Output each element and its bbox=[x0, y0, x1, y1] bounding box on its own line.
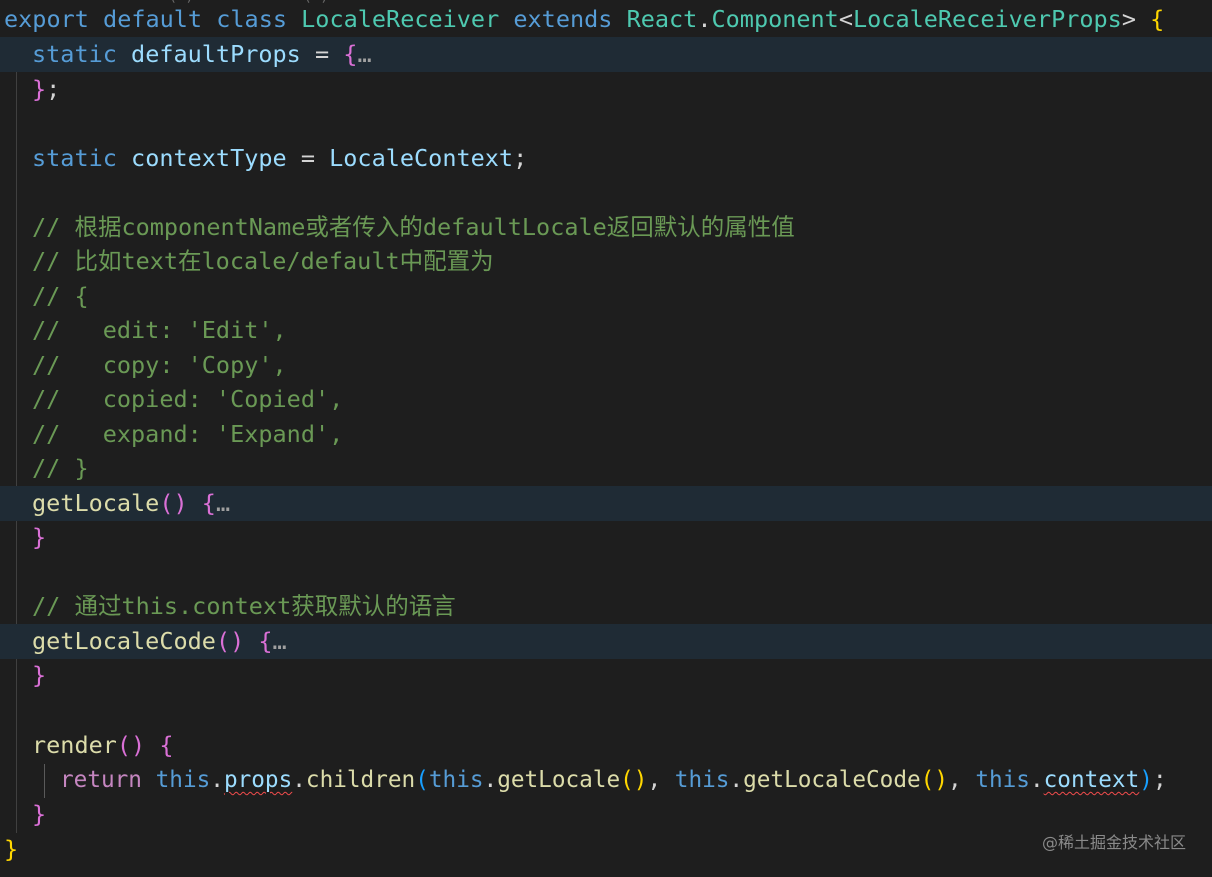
code-line[interactable]: } bbox=[0, 832, 1212, 867]
punctuation: ; bbox=[46, 75, 61, 103]
type-name: LocaleReceiverProps bbox=[853, 5, 1122, 33]
comment-line[interactable]: // 比如text在locale/default中配置为 bbox=[0, 244, 1212, 279]
bracket: } bbox=[32, 661, 47, 689]
method-name: getLocaleCode bbox=[32, 627, 216, 655]
keyword: static bbox=[32, 144, 117, 172]
punctuation: . bbox=[483, 767, 498, 793]
punctuation: , bbox=[647, 767, 675, 793]
comment-line[interactable]: // } bbox=[0, 451, 1212, 486]
code-line[interactable]: }; bbox=[0, 72, 1212, 107]
property-name: contextType bbox=[131, 144, 287, 172]
fold-ellipsis-icon[interactable]: … bbox=[216, 489, 230, 517]
keyword: extends bbox=[513, 5, 613, 33]
punctuation: . bbox=[697, 5, 712, 33]
code-line[interactable]: return this.props.children(this.getLocal… bbox=[0, 763, 1212, 798]
code-line[interactable]: } bbox=[0, 520, 1212, 555]
code-line[interactable]: render() { bbox=[0, 728, 1212, 763]
method-name: getLocaleCode bbox=[743, 767, 921, 793]
code-line-folded[interactable]: static defaultProps = {… bbox=[0, 37, 1212, 72]
fold-ellipsis-icon[interactable]: … bbox=[357, 40, 371, 68]
bracket: } bbox=[32, 800, 47, 828]
code-line[interactable]: static contextType = LocaleContext; bbox=[0, 141, 1212, 176]
comment-line[interactable]: // { bbox=[0, 279, 1212, 314]
bracket: { bbox=[159, 731, 174, 759]
bracket: } bbox=[32, 75, 47, 103]
bracket: { bbox=[258, 627, 273, 655]
punctuation: . bbox=[292, 767, 306, 793]
operator: = bbox=[286, 144, 330, 172]
punctuation: ; bbox=[1152, 767, 1167, 793]
code-editor[interactable]: ( ) ( ) export default class LocaleRecei… bbox=[0, 0, 1212, 877]
bracket: () bbox=[920, 767, 948, 793]
keyword: this bbox=[975, 767, 1030, 793]
comment-line[interactable]: // copy: 'Copy', bbox=[0, 348, 1212, 383]
property-name: defaultProps bbox=[131, 40, 301, 68]
punctuation: . bbox=[729, 767, 744, 793]
comment-line[interactable]: // edit: 'Edit', bbox=[0, 313, 1212, 348]
method-name: children bbox=[305, 767, 416, 793]
bracket: { bbox=[201, 489, 216, 517]
punctuation: . bbox=[1029, 767, 1044, 793]
code-line-folded[interactable]: getLocaleCode() {… bbox=[0, 624, 1212, 659]
method-name: render bbox=[32, 731, 117, 759]
punctuation: , bbox=[948, 767, 976, 793]
keyword: static bbox=[32, 40, 117, 68]
code-line[interactable]: } bbox=[0, 797, 1212, 832]
keyword: this bbox=[155, 767, 211, 793]
bracket: ( bbox=[415, 767, 429, 793]
comment-line[interactable]: // expand: 'Expand', bbox=[0, 417, 1212, 452]
code-line[interactable]: export default class LocaleReceiver exte… bbox=[0, 2, 1212, 37]
keyword: this bbox=[674, 767, 730, 793]
comment-line[interactable]: // copied: 'Copied', bbox=[0, 382, 1212, 417]
property-name-error[interactable]: props bbox=[224, 767, 292, 793]
bracket: { bbox=[343, 40, 358, 68]
keyword: class bbox=[216, 5, 287, 33]
keyword: default bbox=[103, 5, 203, 33]
comment-line[interactable]: // 根据componentName或者传入的defaultLocale返回默认… bbox=[0, 210, 1212, 245]
bracket: () bbox=[159, 489, 188, 517]
keyword: this bbox=[428, 767, 484, 793]
bracket: () bbox=[215, 627, 245, 655]
identifier: LocaleContext bbox=[329, 144, 514, 172]
code-line-folded[interactable]: getLocale() {… bbox=[0, 486, 1212, 521]
bracket: () bbox=[116, 731, 146, 759]
watermark: @稀土掘金技术社区 bbox=[1041, 833, 1186, 852]
class-name: LocaleReceiver bbox=[301, 5, 500, 33]
comment-line[interactable]: // 通过this.context获取默认的语言 bbox=[0, 589, 1212, 624]
bracket: { bbox=[1150, 5, 1165, 33]
bracket: ) bbox=[1139, 767, 1153, 793]
class-name: React bbox=[626, 5, 698, 33]
code-line[interactable]: } bbox=[0, 658, 1212, 693]
class-name: Component bbox=[711, 5, 839, 33]
keyword: export bbox=[4, 5, 89, 33]
operator: = bbox=[300, 40, 344, 68]
method-name: getLocale bbox=[497, 767, 621, 793]
punctuation: > bbox=[1121, 5, 1136, 33]
bracket: } bbox=[4, 835, 19, 863]
bracket: () bbox=[620, 767, 648, 793]
punctuation: ; bbox=[513, 144, 528, 172]
keyword: return bbox=[60, 767, 142, 793]
property-name-error[interactable]: context bbox=[1044, 767, 1140, 793]
punctuation: . bbox=[210, 767, 224, 793]
punctuation: < bbox=[838, 5, 853, 33]
fold-ellipsis-icon[interactable]: … bbox=[273, 627, 287, 655]
method-name: getLocale bbox=[32, 489, 160, 517]
bracket: } bbox=[32, 523, 47, 551]
